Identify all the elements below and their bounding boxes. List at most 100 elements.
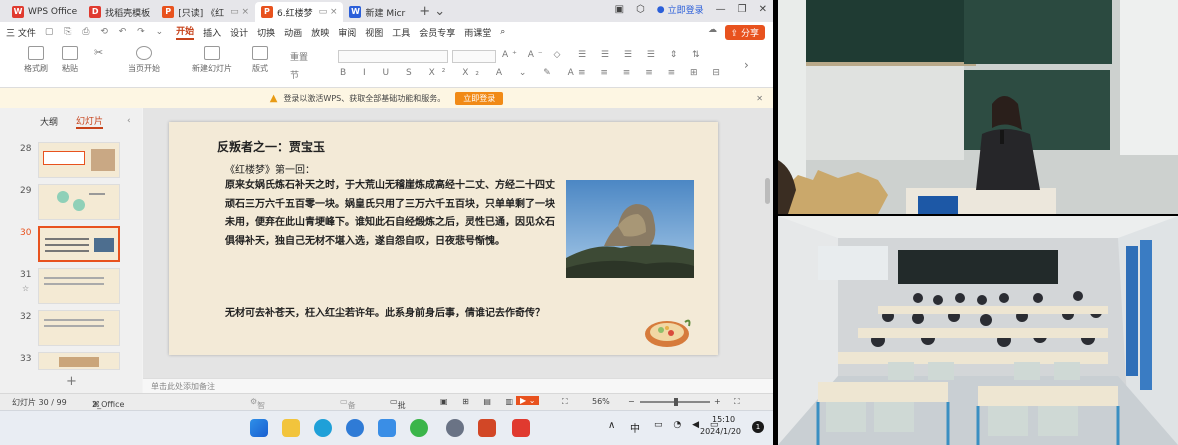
maximize-icon[interactable]: ❐ bbox=[738, 4, 747, 15]
close-icon[interactable]: ✕ bbox=[759, 4, 767, 15]
cube-icon[interactable]: ⬡ bbox=[636, 4, 645, 15]
login-button[interactable]: ● 立即登录 bbox=[657, 3, 704, 17]
slideshow-play-button[interactable]: ▶ ⌄ bbox=[516, 396, 540, 405]
slide-thumbnail-selected[interactable] bbox=[38, 226, 120, 262]
ppt-icon: P bbox=[260, 6, 273, 18]
minimize-icon[interactable]: — bbox=[716, 4, 726, 15]
tab-wps-office[interactable]: W WPS Office bbox=[6, 2, 83, 22]
font-size-select[interactable] bbox=[452, 50, 496, 63]
tray-chevron-icon[interactable]: ∧ bbox=[608, 420, 615, 431]
menu-slideshow[interactable]: 放映 bbox=[311, 26, 329, 39]
vertical-scrollbar[interactable] bbox=[765, 178, 770, 204]
close-tab-icon[interactable]: ▭ × bbox=[319, 7, 338, 17]
clock-date[interactable]: 2024/1/20 bbox=[700, 427, 741, 436]
wps-logo-icon: W bbox=[12, 6, 24, 18]
smart-beautify-button[interactable]: ⚙ 智能美化 bbox=[250, 397, 265, 443]
zoom-slider-thumb[interactable] bbox=[674, 398, 678, 406]
layout-button[interactable]: 版式 bbox=[252, 46, 268, 74]
tab-slides[interactable]: 幻灯片 bbox=[76, 114, 104, 129]
rock-mountain-photo[interactable] bbox=[566, 180, 694, 278]
powerpoint-icon[interactable] bbox=[478, 419, 496, 437]
slide-quote[interactable]: 无材可去补苍天，枉入红尘若许年。此系身前身后事，倩谁记去作奇传？ bbox=[225, 305, 555, 323]
close-notice-icon[interactable]: ✕ bbox=[756, 94, 763, 103]
slide-thumb-row[interactable]: 29 bbox=[0, 184, 142, 222]
file-menu[interactable]: 三 文件 bbox=[6, 26, 36, 39]
slide-editing-canvas[interactable]: 反叛者之一：贾宝玉 《红楼梦》第一回： 原来女娲氏炼石补天之时，于大荒山无稽崖炼… bbox=[143, 108, 773, 378]
ribbon-scroll-right-icon[interactable]: › bbox=[744, 58, 749, 72]
slide-thumb-row[interactable]: 33 bbox=[0, 352, 142, 372]
settings-gear-icon[interactable] bbox=[446, 419, 464, 437]
zoom-out-icon[interactable]: − bbox=[628, 397, 635, 406]
comments-button[interactable]: ▭ 批注 bbox=[390, 397, 406, 421]
view-mode-icons[interactable]: ▣ ⊞ ▤ ▥ bbox=[440, 397, 519, 406]
slide-thumbnail[interactable] bbox=[38, 352, 120, 370]
new-tab-plus-icon[interactable]: + ⌄ bbox=[419, 4, 445, 19]
notification-badge[interactable]: 1 bbox=[752, 421, 764, 433]
slide-title[interactable]: 反叛者之一：贾宝玉 bbox=[217, 138, 325, 155]
clock-time[interactable]: 15:10 bbox=[712, 415, 735, 424]
share-button[interactable]: ⇪ 分享 bbox=[724, 25, 765, 40]
slide-paragraph[interactable]: 原来女娲氏炼石补天之时，于大荒山无稽崖炼成高经十二丈、方经二十四丈顽石三万六千五… bbox=[225, 177, 555, 251]
slide-thumbnail[interactable] bbox=[38, 268, 120, 304]
tab-hongloumeng[interactable]: P 6.红楼梦 ▭ × bbox=[254, 2, 344, 22]
menu-design[interactable]: 设计 bbox=[230, 26, 248, 39]
menu-animation[interactable]: 动画 bbox=[284, 26, 302, 39]
wechat-icon[interactable] bbox=[410, 419, 428, 437]
slide-thumbnail[interactable] bbox=[38, 184, 120, 220]
slide-subtitle[interactable]: 《红楼梦》第一回： bbox=[225, 161, 315, 176]
add-slide-icon[interactable]: + bbox=[66, 374, 77, 389]
current-slide[interactable]: 反叛者之一：贾宝玉 《红楼梦》第一回： 原来女娲氏炼石补天之时，于大荒山无稽崖炼… bbox=[169, 122, 718, 355]
close-tab-icon[interactable]: ▭ × bbox=[230, 7, 249, 17]
paragraph-align-icons[interactable]: ≡ ≡ ≡ ≡ ≡ ⊞ ⊟ bbox=[578, 68, 726, 78]
edge-browser-icon[interactable] bbox=[314, 419, 332, 437]
slide-thumbnail[interactable] bbox=[38, 142, 120, 178]
tencent-meeting-icon[interactable] bbox=[378, 419, 396, 437]
menu-transition[interactable]: 切换 bbox=[257, 26, 275, 39]
ime-indicator[interactable]: 中 bbox=[630, 420, 640, 435]
menu-tools[interactable]: 工具 bbox=[392, 26, 410, 39]
notice-login-button[interactable]: 立即登录 bbox=[455, 91, 504, 105]
toolbar-quick-icons[interactable]: ▢ ⎘ ⎙ ⟲ ↶ ↷ ⌄ bbox=[45, 27, 167, 37]
file-explorer-icon[interactable] bbox=[282, 419, 300, 437]
status-bar: 幻灯片 30 / 99 ⌘ 2_Office 主题 ⚙ 智能美化 ▭ 备注 ▭ … bbox=[0, 393, 773, 443]
slide-thumb-row-selected[interactable]: 30 bbox=[0, 226, 142, 264]
section-button[interactable]: 节 bbox=[290, 68, 299, 81]
format-painter-button[interactable]: 格式刷 bbox=[24, 46, 48, 74]
slide-thumb-row[interactable]: 31 ☆ bbox=[0, 268, 142, 306]
tab-docer-templates[interactable]: D 找稻壳模板 bbox=[83, 2, 156, 22]
font-style-icons[interactable]: B I U S X² X₂ A ⌄ ✎ A bbox=[340, 68, 581, 78]
menu-rain-classroom[interactable]: 雨课堂 bbox=[464, 26, 491, 39]
font-family-select[interactable] bbox=[338, 50, 448, 63]
zoom-in-icon[interactable]: + bbox=[714, 397, 721, 406]
tab-new-microsoft-doc[interactable]: W 新建 Micr bbox=[343, 2, 411, 22]
cut-copy-group[interactable]: ✂ bbox=[94, 46, 110, 63]
menu-home[interactable]: 开始 bbox=[176, 24, 195, 40]
brush-icon bbox=[28, 46, 44, 60]
tab-outline[interactable]: 大纲 bbox=[40, 115, 58, 128]
font-grow-shrink-icons[interactable]: A⁺ A⁻ ◇ bbox=[502, 50, 564, 60]
menu-insert[interactable]: 插入 bbox=[203, 26, 221, 39]
fit-slide-icon[interactable]: ⛶ bbox=[734, 397, 740, 407]
notes-area[interactable]: 单击此处添加备注 bbox=[143, 378, 773, 393]
play-from-current-button[interactable]: 当页开始 bbox=[128, 46, 160, 74]
app-icon[interactable] bbox=[346, 419, 364, 437]
windows-start-icon[interactable] bbox=[250, 419, 268, 437]
cloud-icon[interactable]: ☁ bbox=[708, 25, 717, 35]
tab-readonly-document[interactable]: P [只读] 《红 ▭ × bbox=[156, 2, 255, 22]
slide-thumb-row[interactable]: 32 bbox=[0, 310, 142, 348]
search-icon[interactable]: ⌕ bbox=[500, 27, 505, 37]
menu-review[interactable]: 审阅 bbox=[338, 26, 356, 39]
layout-icon[interactable]: ▣ bbox=[615, 4, 624, 15]
new-slide-button[interactable]: 新建幻灯片 bbox=[192, 46, 232, 74]
collapse-panel-icon[interactable]: ‹ bbox=[127, 116, 131, 126]
paste-button[interactable]: 粘贴 bbox=[62, 46, 78, 74]
menu-view[interactable]: 视图 bbox=[365, 26, 383, 39]
notes-toggle-button[interactable]: ▭ 备注 bbox=[340, 397, 356, 421]
menu-member[interactable]: 会员专享 bbox=[419, 26, 455, 39]
wps-taskbar-icon[interactable] bbox=[512, 419, 530, 437]
paragraph-list-icons[interactable]: ☰ ☰ ☰ ☰ ⇕ ⇅ bbox=[578, 50, 706, 60]
reset-button[interactable]: 重置 bbox=[290, 50, 308, 63]
fit-window-icon[interactable]: ⛶ bbox=[562, 397, 568, 407]
slide-thumbnail[interactable] bbox=[38, 310, 120, 346]
slide-thumb-row[interactable]: 28 bbox=[0, 142, 142, 180]
